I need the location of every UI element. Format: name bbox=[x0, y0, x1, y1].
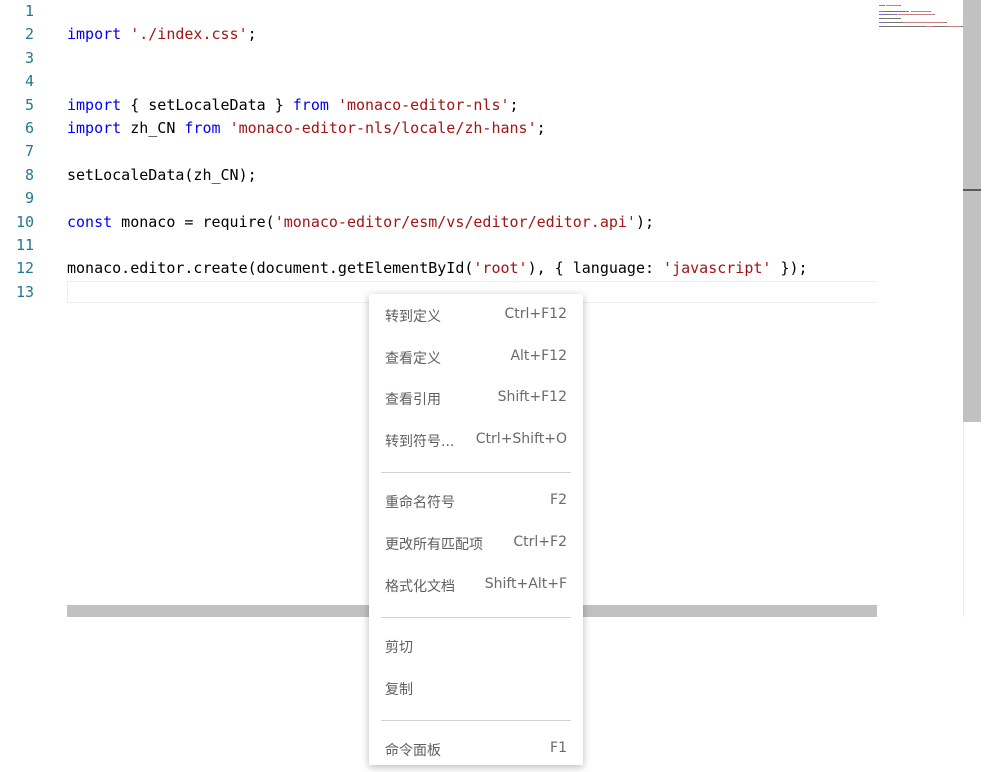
line-number: 13 bbox=[15, 282, 34, 301]
menu-item-label: 查看定义 bbox=[385, 350, 441, 367]
menu-separator bbox=[381, 720, 571, 722]
code-token-text: monaco = require( bbox=[112, 212, 275, 231]
code-line[interactable]: import { setLocaleData } from 'monaco-ed… bbox=[67, 94, 519, 117]
code-token-text: ; bbox=[247, 25, 257, 44]
minimap-token bbox=[885, 13, 893, 15]
menu-item-shortcut: F1 bbox=[550, 740, 567, 757]
code-token-keyword: import bbox=[67, 25, 122, 44]
code-line[interactable]: import './index.css'; bbox=[67, 23, 257, 46]
menu-item[interactable]: 转到符号... Ctrl+Shift+O bbox=[369, 425, 583, 455]
menu-item[interactable]: 查看定义 Alt+F12 bbox=[369, 342, 583, 372]
code-token-text: }); bbox=[771, 259, 808, 278]
menu-item[interactable]: 转到定义 Ctrl+F12 bbox=[369, 300, 583, 330]
menu-item-shortcut: F2 bbox=[550, 492, 567, 509]
line-number: 3 bbox=[24, 48, 34, 67]
menu-item-label: 复制 bbox=[385, 681, 413, 698]
menu-item[interactable]: 重命名符号 F2 bbox=[369, 486, 583, 516]
line-number: 1 bbox=[24, 2, 34, 20]
menu-item[interactable]: 更改所有匹配项 Ctrl+F2 bbox=[369, 528, 583, 558]
code-token-keyword: from bbox=[292, 95, 329, 114]
code-token-keyword: import bbox=[67, 95, 122, 114]
menu-item[interactable]: 复制 bbox=[369, 673, 583, 703]
code-token-string: 'root' bbox=[473, 259, 528, 278]
menu-item-label: 重命名符号 bbox=[385, 495, 455, 512]
menu-item-label: 转到定义 bbox=[385, 309, 441, 325]
code-token-keyword: from bbox=[184, 119, 221, 137]
minimap-token bbox=[879, 5, 886, 7]
code-token-string: 'monaco-editor-nls' bbox=[337, 95, 510, 114]
menu-item-shortcut: Ctrl+F12 bbox=[504, 306, 567, 322]
code-line[interactable]: monaco.editor.create(document.getElement… bbox=[67, 257, 808, 280]
minimap-token bbox=[897, 13, 934, 15]
menu-item[interactable]: 格式化文档 Shift+Alt+F bbox=[369, 570, 583, 600]
menu-item[interactable]: 命令面板 F1 bbox=[369, 734, 583, 764]
line-number: 12 bbox=[15, 259, 34, 278]
code-line[interactable]: setLocaleData(zh_CN); bbox=[67, 164, 257, 187]
line-number: 7 bbox=[24, 142, 34, 161]
menu-item-label: 转到符号... bbox=[385, 433, 455, 450]
code-token-string: 'monaco-editor-nls/locale/zh-hans' bbox=[229, 119, 537, 137]
context-menu: 转到定义 Ctrl+F12 查看定义 Alt+F12 查看引用 Shift+F12 转到符号… bbox=[369, 294, 583, 765]
code-token-string: './index.css' bbox=[130, 25, 248, 44]
code-token-string: 'javascript' bbox=[663, 259, 772, 278]
code-token-text: setLocaleData(zh_CN); bbox=[67, 165, 257, 184]
minimap-token bbox=[930, 11, 932, 13]
menu-item-shortcut: Ctrl+F2 bbox=[513, 534, 567, 550]
code-token-string: 'monaco-editor/esm/vs/editor/editor.api' bbox=[274, 212, 636, 231]
code-token-text: ), { language: bbox=[527, 259, 664, 278]
line-number: 8 bbox=[24, 165, 34, 184]
minimap-token bbox=[884, 21, 904, 23]
code-token-keyword: const bbox=[67, 212, 113, 231]
minimap-token bbox=[903, 21, 946, 23]
minimap-token bbox=[879, 17, 902, 19]
minimap-token bbox=[885, 11, 906, 13]
menu-separator bbox=[381, 472, 571, 474]
code-token-keyword: import bbox=[67, 119, 122, 137]
menu-item-label: 查看引用 bbox=[385, 392, 441, 409]
minimap-token bbox=[879, 26, 927, 28]
menu-item-label: 更改所有匹配项 bbox=[385, 537, 483, 553]
menu-item-shortcut: Ctrl+Shift+O bbox=[475, 430, 567, 447]
menu-item[interactable]: 剪切 bbox=[369, 631, 583, 661]
line-number: 11 bbox=[15, 236, 34, 254]
minimap-token bbox=[892, 13, 897, 15]
minimap-token bbox=[886, 5, 900, 7]
minimap-token bbox=[910, 11, 931, 13]
line-number: 2 bbox=[24, 25, 34, 44]
menu-item-label: 剪切 bbox=[385, 640, 413, 657]
overview-ruler-cursor-mark bbox=[963, 189, 981, 191]
menu-item-shortcut: Alt+F12 bbox=[510, 347, 567, 364]
minimap-token bbox=[945, 21, 948, 23]
code-line[interactable]: const monaco = require('monaco-editor/es… bbox=[67, 211, 654, 234]
minimap-token bbox=[900, 5, 902, 7]
menu-item-label: 命令面板 bbox=[385, 743, 441, 760]
line-number: 4 bbox=[24, 72, 34, 91]
line-number: 9 bbox=[24, 189, 34, 208]
code-token-text: zh_CN bbox=[121, 119, 185, 137]
menu-separator bbox=[381, 617, 571, 619]
code-token-text: { setLocaleData } bbox=[121, 95, 293, 114]
menu-item-label: 格式化文档 bbox=[385, 578, 455, 595]
code-line[interactable]: import zh_CN from 'monaco-editor-nls/loc… bbox=[67, 117, 546, 140]
code-token-text: ; bbox=[536, 119, 546, 137]
line-number: 6 bbox=[24, 119, 34, 137]
minimap[interactable] bbox=[877, 0, 966, 617]
line-number: 5 bbox=[24, 95, 34, 114]
minimap-token bbox=[905, 11, 910, 13]
line-number: 10 bbox=[15, 212, 34, 231]
code-token-text: ; bbox=[509, 95, 519, 114]
menu-item[interactable]: 查看引用 Shift+F12 bbox=[369, 383, 583, 413]
code-token-text: ); bbox=[635, 212, 655, 231]
minimap-token bbox=[932, 26, 949, 28]
code-token-text: monaco.editor.create(document.getElement… bbox=[67, 259, 474, 278]
menu-item-shortcut: Shift+Alt+F bbox=[484, 575, 567, 592]
menu-item-shortcut: Shift+F12 bbox=[497, 389, 567, 406]
minimap-token bbox=[933, 13, 935, 15]
minimap-token bbox=[948, 26, 961, 28]
vertical-scrollbar-thumb[interactable] bbox=[963, 0, 981, 422]
